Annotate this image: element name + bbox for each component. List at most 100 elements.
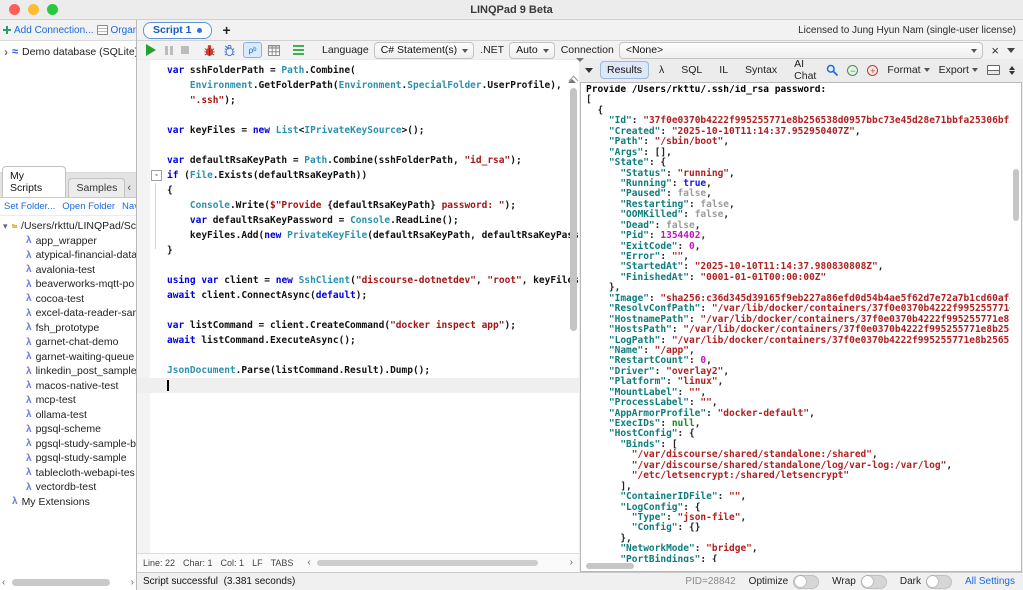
script-item-label[interactable]: pgsql-scheme — [36, 423, 101, 435]
tab-ai-chat[interactable]: AI Chat — [787, 55, 823, 85]
script-item[interactable]: λ beaverworks-mqtt-po — [0, 277, 136, 292]
code-line[interactable] — [137, 138, 579, 153]
titlebar[interactable]: LINQPad 9 Beta — [0, 0, 1023, 20]
set-folder-link[interactable]: Set Folder... — [4, 201, 55, 212]
code-line[interactable]: } — [137, 243, 579, 258]
tab-syntax[interactable]: Syntax — [738, 61, 784, 79]
script-item[interactable]: λ garnet-chat-demo — [0, 335, 136, 350]
script-item[interactable]: λ ollama-test — [0, 408, 136, 423]
connection-label[interactable]: Demo database (SQLite) — [22, 46, 136, 58]
script-item[interactable]: λ app_wrapper — [0, 234, 136, 249]
script-item-label[interactable]: atypical-financial-data — [36, 249, 136, 261]
scroll-thumb[interactable] — [12, 579, 111, 586]
format-dropdown[interactable]: Format — [887, 64, 930, 76]
code-line[interactable] — [137, 378, 579, 393]
wrap-switch[interactable] — [860, 574, 887, 589]
zoom-window-button[interactable] — [47, 4, 58, 15]
data-grid-results-toggle[interactable] — [268, 44, 280, 56]
results-vertical-scrollbar[interactable] — [1013, 169, 1019, 221]
add-connection-link[interactable]: Add Connection... — [14, 25, 94, 36]
code-line[interactable] — [137, 258, 579, 273]
script-item[interactable]: λ pgsql-study-sample-b — [0, 437, 136, 452]
script-item-label[interactable]: fsh_prototype — [36, 322, 100, 334]
tab-samples[interactable]: Samples — [68, 178, 126, 197]
code-line[interactable]: var defaultRsaKeyPassword = Console.Read… — [137, 213, 579, 228]
code-line[interactable]: - if (File.Exists(defaultRsaKeyPath)) — [137, 168, 579, 183]
tab-sql[interactable]: SQL — [674, 61, 709, 79]
script-item-label[interactable]: linkedin_post_sample — [36, 365, 136, 377]
connection-chevron-icon[interactable] — [1007, 47, 1015, 53]
splitter-grip-icon[interactable] — [568, 58, 584, 83]
pause-button[interactable] — [165, 45, 173, 55]
tab-my-scripts[interactable]: My Scripts — [2, 166, 67, 197]
scroll-right-icon[interactable]: › — [570, 558, 573, 568]
run-button[interactable] — [146, 44, 156, 56]
code-line[interactable]: Console.Write($"Provide {defaultRsaKeyPa… — [137, 198, 579, 213]
script-item-label[interactable]: mcp-test — [36, 394, 76, 406]
tabs-indicator[interactable]: TABS — [271, 558, 294, 568]
script-item-label[interactable]: ollama-test — [36, 409, 87, 421]
collapse-results-icon[interactable] — [585, 67, 593, 73]
all-settings-link[interactable]: All Settings — [965, 576, 1015, 587]
script-item-label[interactable]: vectordb-test — [36, 481, 97, 493]
script-item[interactable]: λ fsh_prototype — [0, 321, 136, 336]
script-item[interactable]: λ pgsql-scheme — [0, 422, 136, 437]
script-item[interactable]: λ atypical-financial-data — [0, 248, 136, 263]
close-window-button[interactable] — [9, 4, 20, 15]
editor-horizontal-scrollbar[interactable]: ‹ › — [307, 558, 573, 568]
script-item-label[interactable]: garnet-waiting-queue — [36, 351, 135, 363]
script-item[interactable]: λ cocoa-test — [0, 292, 136, 307]
code-line[interactable]: await listCommand.ExecuteAsync(); — [137, 333, 579, 348]
script-item[interactable]: λ pgsql-study-sample — [0, 451, 136, 466]
script-item[interactable]: λ linkedin_post_sample — [0, 364, 136, 379]
code-line[interactable]: var keyFiles = new List<IPrivateKeySourc… — [137, 123, 579, 138]
my-extensions-label[interactable]: My Extensions — [22, 496, 90, 508]
organize-link[interactable]: Organiz — [111, 25, 137, 36]
tab-script-1[interactable]: Script 1 — [143, 21, 212, 39]
code-line[interactable]: keyFiles.Add(new PrivateKeyFile(defaultR… — [137, 228, 579, 243]
expand-all-icon[interactable]: + — [867, 64, 879, 76]
script-item-label[interactable]: app_wrapper — [36, 235, 97, 247]
export-dropdown[interactable]: Export — [939, 64, 978, 76]
scroll-track[interactable] — [8, 579, 127, 586]
script-item-label[interactable]: beaverworks-mqtt-po — [36, 278, 135, 290]
script-item[interactable]: λ garnet-waiting-queue — [0, 350, 136, 365]
script-item[interactable]: λ excel-data-reader-sar — [0, 306, 136, 321]
stop-button[interactable] — [181, 46, 189, 54]
collapse-all-icon[interactable]: − — [847, 64, 859, 76]
code-line[interactable]: Environment.GetFolderPath(Environment.Sp… — [137, 78, 579, 93]
code-line[interactable]: using var client = new SshClient("discou… — [137, 273, 579, 288]
code-line[interactable]: var defaultRsaKeyPath = Path.Combine(ssh… — [137, 153, 579, 168]
eol-indicator[interactable]: LF — [252, 558, 263, 568]
script-item-label[interactable]: pgsql-study-sample — [36, 452, 127, 464]
code-line[interactable] — [137, 303, 579, 318]
my-extensions-item[interactable]: λ My Extensions — [0, 495, 136, 510]
script-item-label[interactable]: pgsql-study-sample-b — [36, 438, 136, 450]
fold-marker-icon[interactable]: - — [151, 170, 162, 181]
language-dropdown[interactable]: C# Statement(s) — [373, 41, 475, 59]
search-icon[interactable] — [826, 64, 839, 76]
expand-chevron-icon[interactable]: › — [4, 46, 8, 58]
sidebar-collapse-icon[interactable]: ‹ — [127, 182, 134, 197]
split-panel-icon[interactable] — [986, 65, 1000, 75]
scroll-track[interactable] — [315, 560, 566, 566]
dotnet-version-dropdown[interactable]: Auto — [509, 41, 555, 59]
script-item[interactable]: λ avalonia-test — [0, 263, 136, 278]
navigate-link[interactable]: Navig — [122, 201, 136, 212]
folder-expanded-icon[interactable]: ▾ — [3, 221, 8, 232]
minimize-window-button[interactable] — [28, 4, 39, 15]
editor-vertical-scrollbar[interactable] — [570, 88, 577, 331]
script-item-label[interactable]: tablecloth-webapi-tes — [36, 467, 135, 479]
script-item-label[interactable]: garnet-chat-demo — [36, 336, 119, 348]
scroll-left-icon[interactable]: ‹ — [2, 577, 5, 588]
script-item[interactable]: λ tablecloth-webapi-tes — [0, 466, 136, 481]
tab-il[interactable]: IL — [712, 61, 735, 79]
code-line[interactable]: await client.ConnectAsync(default); — [137, 288, 579, 303]
code-line[interactable]: { — [137, 183, 579, 198]
dark-switch[interactable] — [925, 574, 952, 589]
open-folder-link[interactable]: Open Folder — [62, 201, 115, 212]
tab-results[interactable]: Results — [600, 61, 650, 79]
debug-bug-icon[interactable] — [203, 44, 216, 57]
code-line[interactable] — [137, 108, 579, 123]
scroll-right-icon[interactable]: › — [131, 577, 134, 588]
